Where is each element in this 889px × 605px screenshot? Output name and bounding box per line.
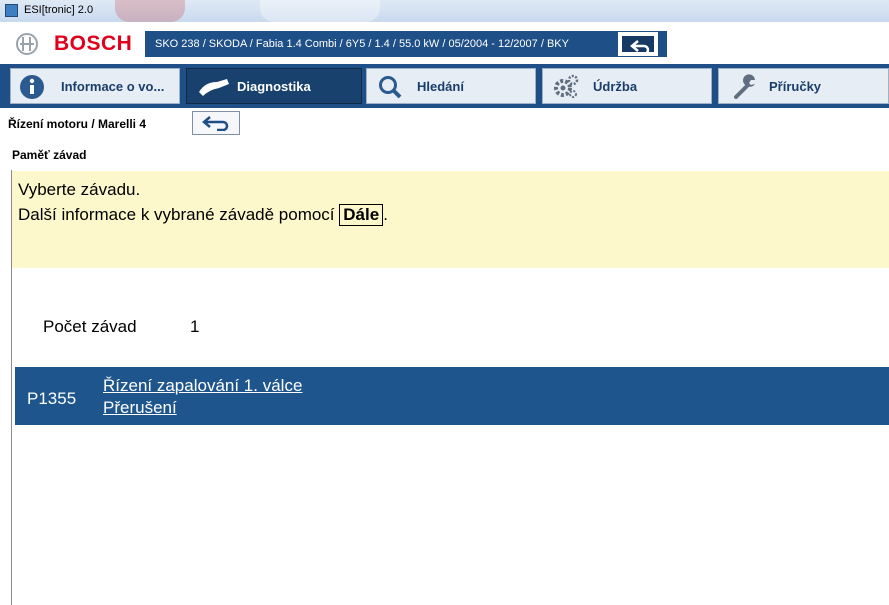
window-title: ESI[tronic] 2.0: [24, 4, 94, 16]
fault-code: P1355: [27, 389, 77, 408]
fault-list-item[interactable]: P1355 Řízení zapalování 1. válce Přeruše…: [15, 367, 889, 425]
back-arrow-icon: [630, 40, 650, 55]
vehicle-bar: SKO 238 / SKODA / Fabia 1.4 Combi / 6Y5 …: [145, 31, 667, 57]
fault-status-link[interactable]: Přerušení: [103, 398, 177, 418]
app-header: BOSCH SKO 238 / SKODA / Fabia 1.4 Combi …: [0, 22, 889, 64]
tab-diagnostics[interactable]: Diagnostika: [186, 68, 362, 104]
fault-count-value: 1: [190, 317, 200, 336]
tab-vehicle-info[interactable]: Informace o vo...: [10, 68, 180, 104]
info-icon: [20, 75, 44, 99]
tab-label: Diagnostika: [237, 79, 311, 94]
wrench-icon: [734, 74, 755, 99]
tab-label: Informace o vo...: [61, 79, 165, 94]
brand-name: BOSCH: [54, 32, 133, 55]
back-arrow-icon: [202, 116, 229, 131]
window-titlebar: ESI[tronic] 2.0: [0, 0, 889, 22]
hint-text-next: Další informace k vybrané závadě pomocí …: [18, 204, 388, 226]
vehicle-info: SKO 238 / SKODA / Fabia 1.4 Combi / 6Y5 …: [155, 38, 569, 50]
breadcrumb-back-button[interactable]: [192, 111, 240, 135]
search-icon: [379, 76, 402, 99]
tab-search[interactable]: Hledání: [366, 68, 536, 104]
tab-maintenance[interactable]: Údržba: [542, 68, 712, 104]
gears-icon: [554, 74, 579, 98]
titlebar-decoration: [115, 0, 185, 22]
tab-label: Hledání: [417, 79, 464, 94]
section-title: Paměť závad: [12, 148, 87, 162]
titlebar-decoration: [260, 0, 380, 22]
app-icon: [5, 4, 18, 17]
hint-text: Vyberte závadu.: [18, 180, 141, 199]
next-key-label: Dále: [339, 204, 384, 226]
vehicle-back-button[interactable]: [618, 32, 658, 56]
fault-count-label: Počet závad: [43, 317, 137, 336]
main-tabs: Informace o vo... Diagnostika Hledání Úd…: [0, 64, 889, 108]
tab-manuals[interactable]: Příručky: [718, 68, 889, 104]
bosch-logo-icon: [16, 33, 38, 55]
diagnostic-plug-icon: [199, 79, 229, 96]
tab-label: Údržba: [593, 79, 638, 94]
fault-description-link[interactable]: Řízení zapalování 1. válce: [103, 376, 302, 396]
breadcrumb: Řízení motoru / Marelli 4: [8, 117, 147, 131]
hint-prefix: Další informace k vybrané závadě pomocí: [18, 205, 335, 224]
hint-suffix: .: [383, 205, 388, 224]
tab-label: Příručky: [769, 79, 822, 94]
